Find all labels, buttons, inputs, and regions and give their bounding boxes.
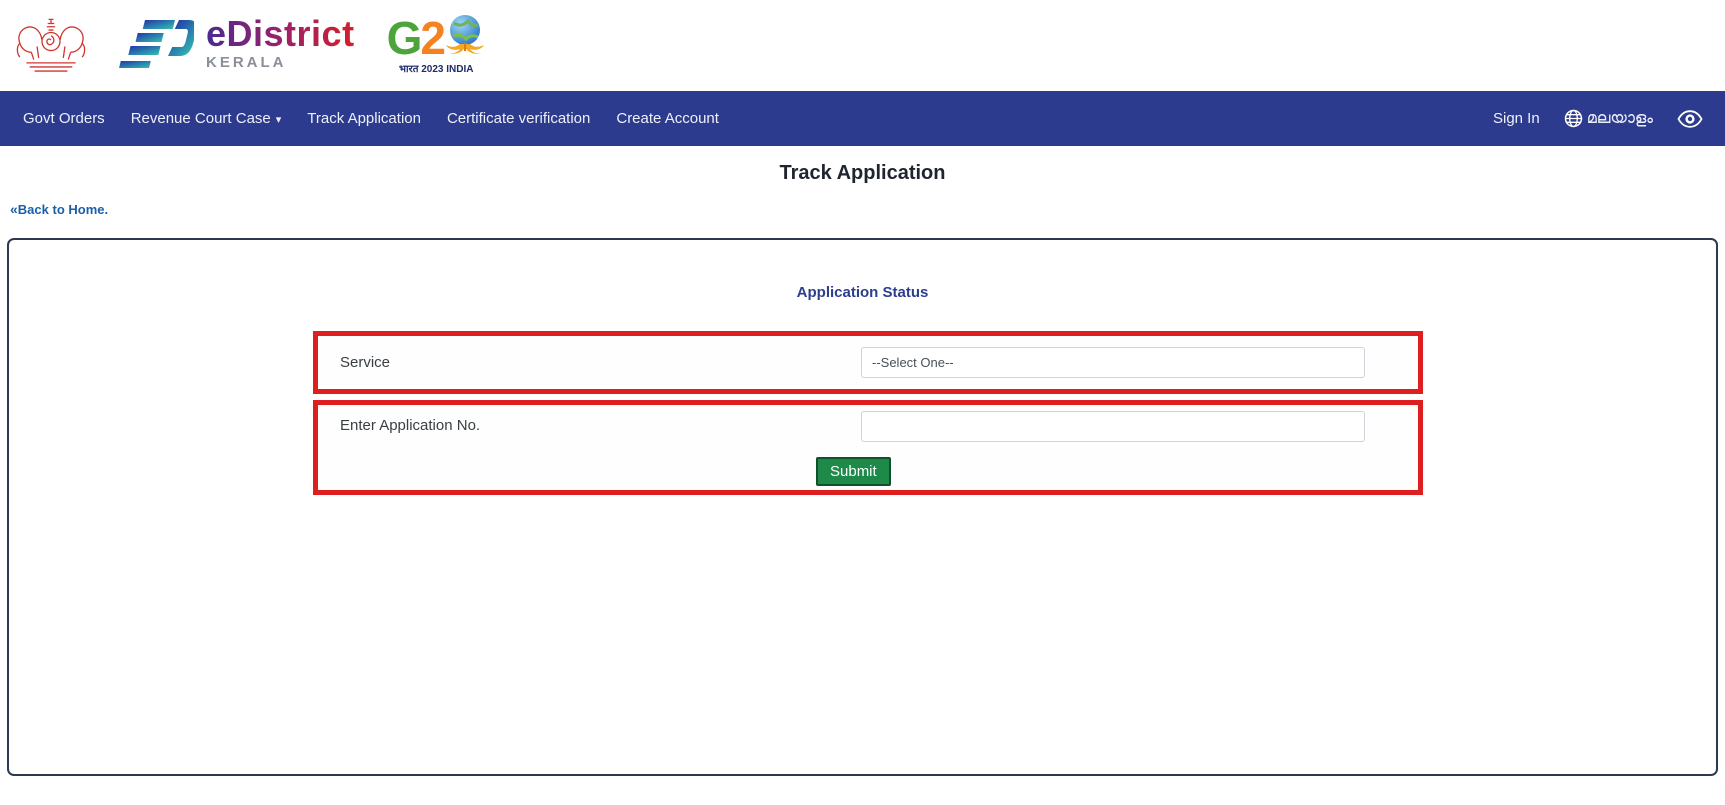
back-to-home-link[interactable]: «Back to Home.	[10, 201, 108, 217]
service-label: Service	[340, 354, 391, 371]
application-no-input[interactable]	[861, 411, 1365, 442]
chevron-down-icon: ▾	[275, 114, 282, 126]
edistrict-wordmark: eDistrict	[206, 13, 355, 54]
site-header: eDistrict KERALA G2 भारत 2023 INDIA	[0, 0, 1725, 91]
sign-in-link[interactable]: Sign In	[1493, 110, 1540, 127]
kerala-state-emblem-logo	[10, 12, 92, 76]
edistrict-kerala-label: KERALA	[206, 54, 287, 71]
page: eDistrict KERALA G2 भारत 2023 INDIA Govt…	[0, 0, 1725, 805]
edistrict-mark-icon	[119, 19, 194, 68]
form-heading: Application Status	[796, 284, 929, 301]
globe-icon	[1564, 109, 1582, 128]
g20-globe-lotus-icon	[445, 14, 484, 54]
service-select[interactable]: --Select One--	[861, 347, 1365, 378]
nav-item-govt-orders[interactable]: Govt Orders	[10, 102, 118, 135]
navbar-right: Sign In മലയാളം	[1493, 109, 1703, 128]
nav-item-certificate-verification[interactable]: Certificate verification	[434, 102, 603, 135]
g20-digit-2: 2	[420, 11, 446, 64]
submit-button[interactable]: Submit	[816, 457, 891, 486]
g20-letter-g: G	[386, 11, 423, 64]
g20-caption: भारत 2023 INDIA	[399, 63, 474, 75]
application-no-field-group: Enter Application No. Submit	[313, 400, 1423, 495]
edistrict-logo[interactable]: eDistrict KERALA	[118, 16, 355, 72]
page-title: Track Application	[779, 162, 946, 184]
nav-item-create-account[interactable]: Create Account	[603, 102, 732, 135]
double-chevron-left-icon: «	[10, 201, 18, 217]
service-field-group: Service --Select One--	[313, 331, 1423, 394]
nav-items: Govt Orders Revenue Court Case ▾ Track Ap…	[10, 102, 732, 135]
language-label: മലയാളം	[1586, 109, 1653, 127]
nav-item-revenue-court-case[interactable]: Revenue Court Case ▾	[118, 102, 295, 135]
nav-item-track-application[interactable]: Track Application	[294, 102, 434, 135]
application-no-label: Enter Application No.	[340, 417, 481, 434]
main-navbar: Govt Orders Revenue Court Case ▾ Track Ap…	[0, 91, 1725, 146]
g20-logo: G2 भारत 2023 INDIA	[387, 13, 486, 75]
application-status-panel: Application Status Service --Select One-…	[7, 238, 1718, 776]
eye-icon	[1677, 109, 1703, 128]
accessibility-eye-button[interactable]	[1677, 109, 1703, 128]
language-toggle[interactable]: മലയാളം	[1564, 109, 1653, 128]
